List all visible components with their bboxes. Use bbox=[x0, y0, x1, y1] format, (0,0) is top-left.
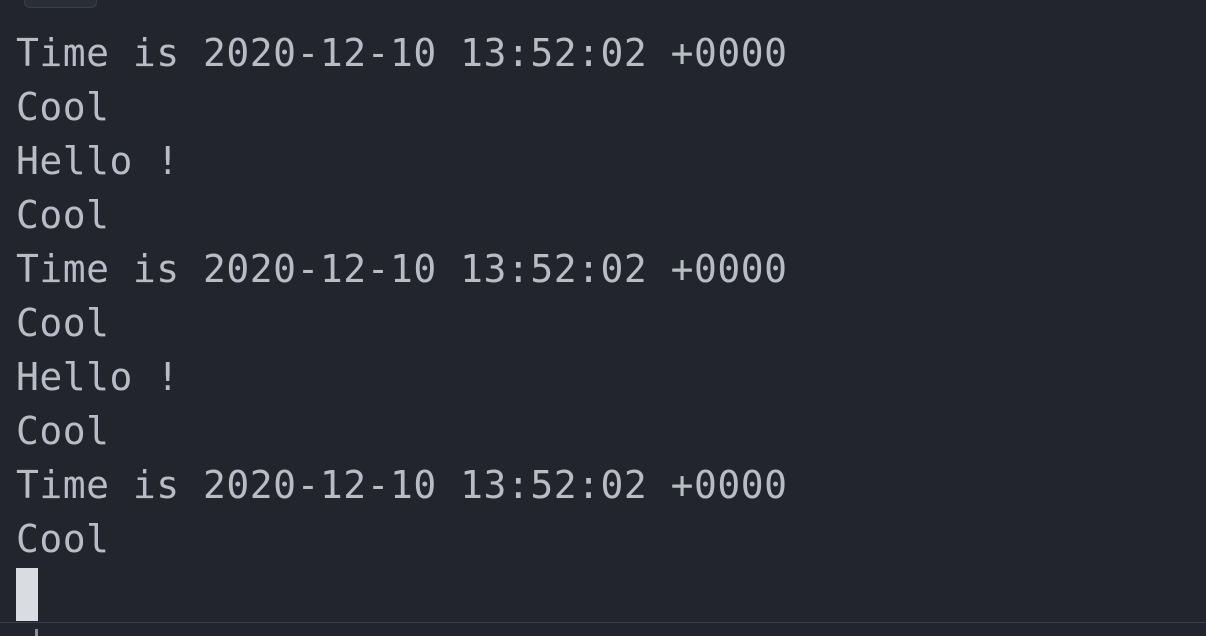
bottom-divider bbox=[0, 622, 1206, 623]
bottom-marker bbox=[35, 629, 38, 636]
output-line: Cool bbox=[16, 301, 110, 345]
terminal-tab-handle[interactable] bbox=[24, 0, 97, 8]
output-line: Time is 2020-12-10 13:52:02 +0000 bbox=[16, 31, 788, 75]
output-line: Time is 2020-12-10 13:52:02 +0000 bbox=[16, 247, 788, 291]
output-line: Cool bbox=[16, 409, 110, 453]
terminal-output: Time is 2020-12-10 13:52:02 +0000 Cool H… bbox=[16, 26, 787, 566]
terminal-cursor[interactable] bbox=[16, 568, 38, 621]
output-line: Cool bbox=[16, 85, 110, 129]
output-line: Cool bbox=[16, 517, 110, 561]
output-line: Time is 2020-12-10 13:52:02 +0000 bbox=[16, 463, 788, 507]
output-line: Hello ! bbox=[16, 355, 180, 399]
output-line: Cool bbox=[16, 193, 110, 237]
output-line: Hello ! bbox=[16, 139, 180, 183]
terminal-window[interactable]: Time is 2020-12-10 13:52:02 +0000 Cool H… bbox=[0, 0, 1206, 636]
